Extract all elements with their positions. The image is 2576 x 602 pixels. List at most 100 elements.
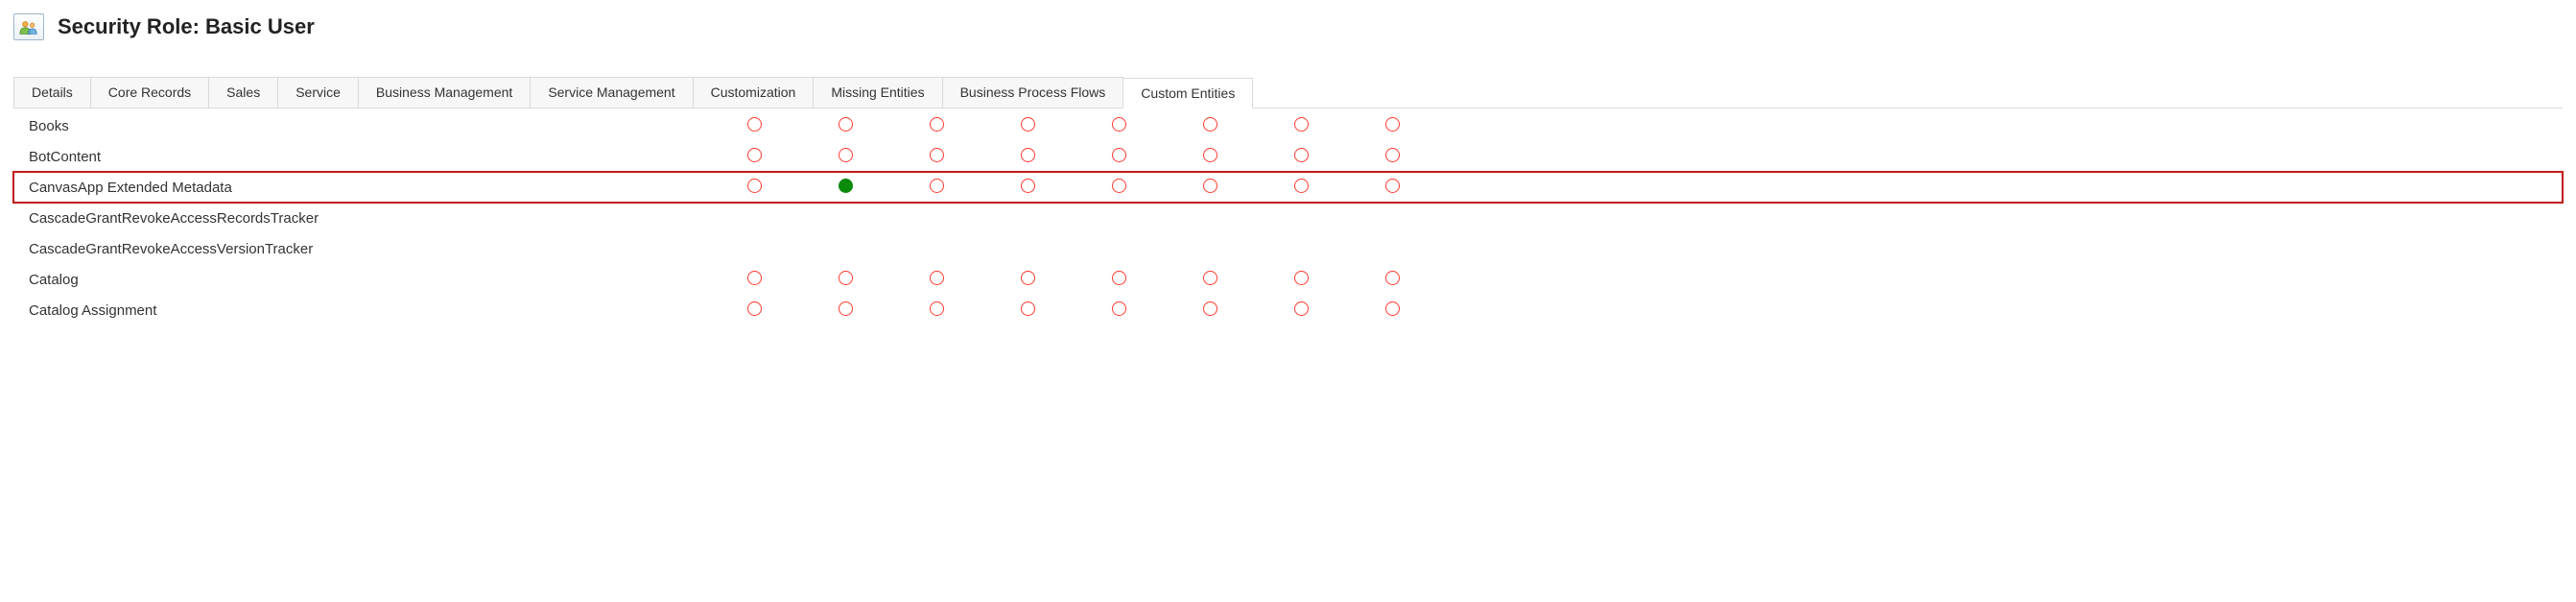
entity-name: BotContent	[13, 149, 709, 165]
permission-cell[interactable]	[1165, 117, 1256, 135]
permission-none-icon	[1385, 117, 1400, 132]
permission-none-icon	[1203, 148, 1217, 162]
permission-cell[interactable]	[1256, 117, 1347, 135]
permission-cell[interactable]	[800, 271, 891, 289]
tab-missing-entities[interactable]: Missing Entities	[813, 77, 942, 108]
tab-customization[interactable]: Customization	[693, 77, 815, 108]
permission-none-icon	[747, 148, 762, 162]
permission-cell[interactable]	[709, 148, 800, 166]
permission-none-icon	[1021, 148, 1035, 162]
permission-cell[interactable]	[1256, 301, 1347, 320]
permission-cell[interactable]	[800, 117, 891, 135]
permission-cell[interactable]	[1074, 301, 1165, 320]
tab-label: Service	[295, 84, 341, 100]
tab-custom-entities[interactable]: Custom Entities	[1123, 78, 1253, 108]
permission-cell[interactable]	[1347, 271, 1438, 289]
permission-cell[interactable]	[709, 117, 800, 135]
permission-cell[interactable]	[982, 117, 1074, 135]
tab-service[interactable]: Service	[277, 77, 359, 108]
permission-none-icon	[930, 301, 944, 316]
permission-none-icon	[747, 179, 762, 193]
permission-cell[interactable]	[1347, 148, 1438, 166]
permission-none-icon	[1112, 301, 1126, 316]
permission-cell[interactable]	[1165, 301, 1256, 320]
permission-cell[interactable]	[1256, 179, 1347, 197]
permission-none-icon	[839, 271, 853, 285]
permission-none-icon	[839, 148, 853, 162]
tab-service-management[interactable]: Service Management	[530, 77, 693, 108]
permission-cell[interactable]	[1165, 271, 1256, 289]
permission-none-icon	[1021, 271, 1035, 285]
permission-cell[interactable]	[800, 301, 891, 320]
permission-cell[interactable]	[982, 301, 1074, 320]
permission-cell[interactable]	[800, 179, 891, 197]
permission-cell[interactable]	[709, 179, 800, 197]
tab-core-records[interactable]: Core Records	[90, 77, 209, 108]
entity-name: CascadeGrantRevokeAccessRecordsTracker	[13, 210, 709, 227]
entity-name: CanvasApp Extended Metadata	[13, 180, 709, 196]
permission-cell[interactable]	[1074, 271, 1165, 289]
permission-cell[interactable]	[1165, 148, 1256, 166]
permission-cell[interactable]	[709, 271, 800, 289]
permission-none-icon	[1385, 148, 1400, 162]
entity-row: CascadeGrantRevokeAccessVersionTracker	[13, 233, 2563, 264]
page-header: Security Role: Basic User	[13, 13, 2563, 40]
entity-row: CanvasApp Extended Metadata	[13, 172, 2563, 203]
tab-label: Service Management	[548, 84, 674, 100]
permission-cell[interactable]	[1256, 148, 1347, 166]
permission-cell[interactable]	[982, 179, 1074, 197]
tab-label: Details	[32, 84, 73, 100]
permission-cell[interactable]	[1256, 271, 1347, 289]
tab-business-management[interactable]: Business Management	[358, 77, 531, 108]
entity-permissions-grid: Books BotContent CanvasApp Extended Metada…	[13, 110, 2563, 325]
tab-sales[interactable]: Sales	[208, 77, 278, 108]
permission-none-icon	[1385, 301, 1400, 316]
permission-cell[interactable]	[1074, 117, 1165, 135]
tab-label: Business Process Flows	[960, 84, 1106, 100]
permission-cell[interactable]	[982, 271, 1074, 289]
entity-name: CascadeGrantRevokeAccessVersionTracker	[13, 241, 709, 257]
tab-label: Missing Entities	[831, 84, 924, 100]
entity-row: BotContent	[13, 141, 2563, 172]
permission-cell[interactable]	[1074, 179, 1165, 197]
permission-none-icon	[930, 179, 944, 193]
permission-none-icon	[1112, 117, 1126, 132]
permission-cell[interactable]	[891, 148, 982, 166]
permission-cell[interactable]	[709, 301, 800, 320]
entity-row: Books	[13, 110, 2563, 141]
permission-none-icon	[1294, 271, 1309, 285]
permission-cell[interactable]	[1347, 301, 1438, 320]
tab-label: Custom Entities	[1141, 85, 1235, 101]
permission-none-icon	[1203, 301, 1217, 316]
tab-business-process-flows[interactable]: Business Process Flows	[942, 77, 1124, 108]
entity-name: Books	[13, 118, 709, 134]
permission-none-icon	[930, 148, 944, 162]
tab-details[interactable]: Details	[13, 77, 91, 108]
permission-full-icon	[839, 179, 853, 193]
permission-cell[interactable]	[891, 179, 982, 197]
permission-cell[interactable]	[1074, 148, 1165, 166]
permission-none-icon	[1294, 301, 1309, 316]
permission-cell[interactable]	[891, 117, 982, 135]
permission-cell[interactable]	[800, 148, 891, 166]
permission-none-icon	[839, 301, 853, 316]
permission-none-icon	[1294, 148, 1309, 162]
permission-none-icon	[1294, 179, 1309, 193]
permission-none-icon	[1112, 179, 1126, 193]
permission-none-icon	[839, 117, 853, 132]
security-role-icon	[13, 13, 44, 40]
permission-cell[interactable]	[891, 301, 982, 320]
tab-label: Customization	[711, 84, 796, 100]
permission-none-icon	[930, 271, 944, 285]
permission-none-icon	[1021, 117, 1035, 132]
permission-none-icon	[1021, 301, 1035, 316]
permission-cell[interactable]	[1165, 179, 1256, 197]
permission-cell[interactable]	[1347, 179, 1438, 197]
page-title: Security Role: Basic User	[58, 14, 315, 39]
permission-cell[interactable]	[982, 148, 1074, 166]
permission-none-icon	[1203, 117, 1217, 132]
permission-cell[interactable]	[891, 271, 982, 289]
permission-cell[interactable]	[1347, 117, 1438, 135]
permission-none-icon	[1112, 271, 1126, 285]
permission-none-icon	[1203, 179, 1217, 193]
